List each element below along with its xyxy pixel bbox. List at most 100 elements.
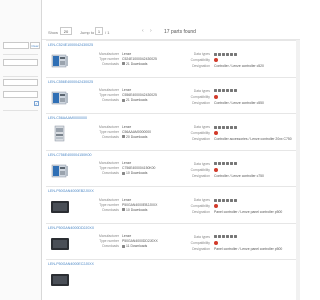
part-code-link[interactable]: LEN-C524E1000042430025 <box>48 43 93 47</box>
result-item[interactable]: LEN-P50GAN4000EC2J0XX <box>46 259 296 296</box>
result-item[interactable]: LEN-P50GAN4000DD2J0XX Manufacturer Lenze Ty… <box>46 222 296 260</box>
file-type-icon[interactable] <box>222 52 225 56</box>
results-toolbar: Show 20 Jump to 1 / 1 ‹ › 17 parts found <box>42 0 300 40</box>
manufacturer-label: Manufacturer <box>99 161 119 165</box>
filter-search-input[interactable] <box>3 42 29 49</box>
show-label: Show <box>48 30 59 35</box>
manufacturer-value: Lenze <box>122 234 132 238</box>
part-code-link[interactable]: LEN-C556E4000042430025 <box>48 80 93 84</box>
result-item[interactable]: LEN-C56AAAM0000000 Manufacturer Lenze Type … <box>46 113 296 150</box>
file-type-icon[interactable] <box>222 125 225 129</box>
filter-field[interactable] <box>3 91 38 98</box>
file-type-icon[interactable] <box>234 235 237 238</box>
part-meta: Manufacturer Lenze Type number P50GAN4000EB… <box>90 197 190 212</box>
product-image[interactable] <box>50 235 70 252</box>
filter-field[interactable] <box>3 59 38 66</box>
file-type-icon[interactable] <box>214 235 217 238</box>
file-type-icon[interactable] <box>226 198 229 202</box>
product-image[interactable] <box>50 89 70 106</box>
type-number-value: C56AAAM0000000 <box>122 129 152 134</box>
part-code-link[interactable]: LEN-P50GAN4000EC2J0XX <box>48 262 94 266</box>
file-type-icon[interactable] <box>234 162 237 165</box>
type-number-label: Type number <box>99 56 119 61</box>
next-page-button[interactable]: › <box>150 28 152 34</box>
product-image[interactable] <box>50 125 70 142</box>
file-type-icon[interactable] <box>226 235 229 238</box>
type-number-value: C756E400004150K00 <box>122 166 156 170</box>
part-code-link[interactable]: LEN-C756E400004150K00 <box>48 153 92 157</box>
manufacturer-value: Lenze <box>122 51 132 56</box>
file-type-icon[interactable] <box>218 162 221 165</box>
part-code-link[interactable]: LEN-C56AAAM0000000 <box>48 116 87 120</box>
file-type-icon[interactable] <box>226 89 229 92</box>
file-type-icon[interactable] <box>218 235 221 238</box>
file-type-icon[interactable] <box>222 235 225 238</box>
data-type-icons[interactable] <box>214 162 237 165</box>
file-type-icon[interactable] <box>214 89 217 92</box>
prev-page-button[interactable]: ‹ <box>142 28 144 34</box>
data-type-icons[interactable] <box>214 52 237 56</box>
data-type-icons[interactable] <box>214 235 237 238</box>
file-type-icon[interactable] <box>230 52 233 56</box>
page-input[interactable]: 1 <box>95 27 103 35</box>
product-image[interactable] <box>50 162 70 179</box>
file-type-icon[interactable] <box>234 125 237 129</box>
designation-label: Designation <box>192 64 210 68</box>
file-type-icon[interactable] <box>218 198 221 202</box>
result-item[interactable]: LEN-C524E1000042430025 Manufacturer Lenze T… <box>46 40 296 77</box>
vertical-scrollbar[interactable] <box>296 40 300 300</box>
file-type-icon[interactable] <box>226 52 229 56</box>
downloads-label: Downloads <box>102 171 119 175</box>
downloads-label: Downloads <box>102 207 119 212</box>
file-type-icon[interactable] <box>218 125 221 129</box>
file-type-icon[interactable] <box>222 198 225 202</box>
result-item[interactable]: LEN-C556E4000042430025 Manufacturer Lenze T… <box>46 76 296 114</box>
file-type-icon[interactable] <box>214 52 217 56</box>
file-type-icon[interactable] <box>234 52 237 56</box>
file-type-icon[interactable] <box>234 198 237 202</box>
filter-checkbox[interactable]: ✓ <box>34 101 39 106</box>
file-type-icon[interactable] <box>214 162 217 165</box>
file-type-icon[interactable] <box>214 125 217 129</box>
file-type-icon[interactable] <box>222 162 225 165</box>
downloads-label: Downloads <box>102 134 119 139</box>
data-type-icons[interactable] <box>214 89 237 92</box>
file-type-icon[interactable] <box>222 89 225 92</box>
manufacturer-label: Manufacturer <box>99 234 119 238</box>
download-icon <box>122 135 125 139</box>
result-item[interactable]: LEN-C756E400004150K00 Manufacturer Lenze Ty… <box>46 149 296 187</box>
compatibility-warning-icon <box>214 58 218 62</box>
file-type-icon[interactable] <box>226 162 229 165</box>
file-type-icon[interactable] <box>230 235 233 238</box>
file-type-icon[interactable] <box>226 125 229 129</box>
divider <box>3 54 38 55</box>
result-item[interactable]: LEN-P50GAN4000EB2J0XX Manufacturer Lenze Ty… <box>46 186 296 223</box>
type-number-label: Type number <box>99 129 119 134</box>
product-image[interactable] <box>50 198 70 215</box>
filter-field[interactable] <box>3 79 38 86</box>
show-count-select[interactable]: 20 <box>60 27 72 35</box>
file-type-icon[interactable] <box>230 89 233 92</box>
part-code-link[interactable]: LEN-P50GAN4000EB2J0XX <box>48 189 94 193</box>
file-type-icon[interactable] <box>218 52 221 56</box>
filter-clear-button[interactable]: Clear <box>30 42 40 49</box>
product-image[interactable] <box>50 52 70 69</box>
file-type-icon[interactable] <box>230 162 233 165</box>
compatibility-label: Compatibility <box>190 167 210 172</box>
designation-value: Controller / Lenze controller c520 <box>214 64 264 68</box>
file-type-icon[interactable] <box>218 89 221 92</box>
part-details: Data types Compatibility Designation Panel … <box>177 197 297 215</box>
file-type-icon[interactable] <box>230 198 233 202</box>
product-image[interactable] <box>50 271 70 288</box>
downloads-value: 21 Downloads <box>126 98 148 102</box>
data-types-label: Data types <box>193 88 210 93</box>
data-types-label: Data types <box>193 234 210 239</box>
designation-label: Designation <box>192 137 210 141</box>
file-type-icon[interactable] <box>230 125 233 129</box>
file-type-icon[interactable] <box>214 198 217 202</box>
data-type-icons[interactable] <box>214 125 237 129</box>
part-code-link[interactable]: LEN-P50GAN4000DD2J0XX <box>48 226 94 230</box>
download-icon <box>122 208 125 212</box>
data-type-icons[interactable] <box>214 198 237 202</box>
file-type-icon[interactable] <box>234 89 237 92</box>
